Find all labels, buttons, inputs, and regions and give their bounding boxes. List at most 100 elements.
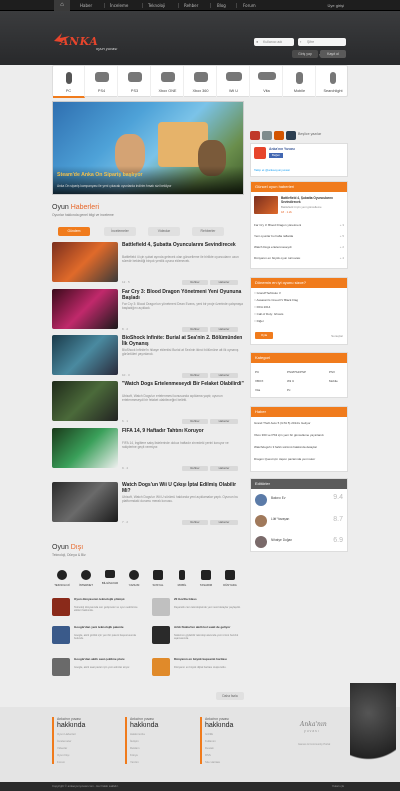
editor-name[interactable]: Nihatye Doğan bbox=[271, 538, 292, 542]
category-item[interactable]: PS3/PS4/PSP bbox=[287, 370, 327, 374]
category-item[interactable]: Pc bbox=[287, 388, 327, 392]
tip-category-dunyada[interactable]: DÜNYADA bbox=[220, 570, 240, 587]
news-tag[interactable]: Rehber bbox=[182, 419, 208, 424]
tip-category-teknoloji[interactable]: TEKNOLOJİ bbox=[52, 570, 72, 587]
tip-thumbnail[interactable] bbox=[152, 658, 170, 676]
tip-category-tasarim[interactable]: TASARIM bbox=[196, 570, 216, 587]
poll-option[interactable]: ○ Assassin's Creed IV Black Flag bbox=[254, 298, 344, 302]
tip-category-bilgisayar[interactable]: BİLGİSAYAR bbox=[100, 570, 120, 585]
news-tag[interactable]: Haberler bbox=[210, 327, 238, 332]
platform-searchlight[interactable]: Searchlight bbox=[317, 66, 349, 98]
sidebar-news-item[interactable]: Dragon Quest için Japon pazarında yeni r… bbox=[254, 457, 344, 461]
news-title[interactable]: BioShock Infinite: Burial at Sea'nin 2. … bbox=[122, 335, 244, 347]
news-item[interactable]: Watch Dogs'un Wii U Çıkışı İptal Edilmiş… bbox=[52, 482, 244, 526]
site-logo[interactable]: ANKA bbox=[60, 35, 98, 48]
news-thumbnail[interactable] bbox=[52, 335, 118, 375]
news-tag[interactable]: Haberler bbox=[210, 373, 238, 378]
news-tag[interactable]: Haberler bbox=[210, 520, 238, 525]
footer-link[interactable]: Kullanım bbox=[205, 739, 260, 743]
nav-item-rehber[interactable]: Rehber bbox=[184, 0, 198, 11]
poll-option[interactable]: ○ GrandTheftAuto V bbox=[254, 291, 344, 295]
news-title[interactable]: Battlefield 4, Şubatta Oyuncularını Sevi… bbox=[122, 242, 244, 248]
popular-list-item[interactable]: Far Cry 3: Blood Dragon yönetmeni + 3 bbox=[254, 223, 344, 227]
news-tag[interactable]: Haberler bbox=[210, 280, 238, 285]
tab-videolar[interactable]: Videolar bbox=[148, 227, 180, 236]
back-to-top-link[interactable]: Yukarı çık bbox=[332, 782, 344, 791]
footer-link[interactable]: Gizlilik bbox=[205, 732, 260, 736]
news-tag[interactable]: Haberler bbox=[210, 419, 238, 424]
platform-ps3[interactable]: PS3 bbox=[119, 66, 151, 98]
category-item[interactable]: PSV bbox=[329, 370, 349, 374]
tab-incelemeler[interactable]: İncelemeler bbox=[104, 227, 136, 236]
footer-link[interactable]: Oyun Haberleri bbox=[57, 732, 112, 736]
platform-pc[interactable]: PC bbox=[53, 66, 85, 98]
footer-link[interactable]: Künye bbox=[130, 753, 185, 757]
sidebar-news-item[interactable]: Xbox 360 ve PS3 için yeni bir güncelleme… bbox=[254, 433, 344, 437]
tip-item[interactable]: Google'dan akıllı saat çekilme planı Goo… bbox=[52, 657, 144, 678]
news-tag[interactable]: Haberler bbox=[210, 466, 238, 471]
news-item[interactable]: Battlefield 4, Şubatta Oyuncularını Sevi… bbox=[52, 242, 244, 286]
tip-category-mobil[interactable]: MOBİL bbox=[172, 570, 192, 587]
news-thumbnail[interactable] bbox=[52, 381, 118, 421]
avatar[interactable] bbox=[255, 536, 267, 548]
slider-thumb[interactable] bbox=[262, 131, 272, 140]
category-item[interactable]: Wii U bbox=[287, 379, 327, 383]
featured-slider[interactable]: Steam'de Anka On Sipariş başlıyor Anka O… bbox=[52, 101, 244, 195]
sidebar-news-item[interactable]: Grand Theft Auto 5 (GTA 5) 2014'e Geliyo… bbox=[254, 421, 344, 425]
tip-category-sosyal[interactable]: SOSYAL bbox=[148, 570, 168, 587]
news-title[interactable]: Watch Dogs'un Wii U Çıkışı İptal Edilmiş… bbox=[122, 482, 244, 494]
news-tag[interactable]: Rehber bbox=[182, 520, 208, 525]
nav-item-inceleme[interactable]: İnceleme bbox=[110, 0, 128, 11]
footer-link[interactable]: Site Haritası bbox=[205, 760, 260, 764]
popular-list-item[interactable]: Dünyanın en büyük oyun turnuvası + 4 bbox=[254, 256, 344, 260]
tip-item[interactable]: Dünyanın en büyük kapsamlı haritası Düny… bbox=[152, 657, 244, 678]
footer-link[interactable]: Forum bbox=[57, 760, 112, 764]
news-thumbnail[interactable] bbox=[52, 242, 118, 282]
news-tag[interactable]: Rehber bbox=[182, 327, 208, 332]
slider-thumb[interactable] bbox=[274, 131, 284, 140]
login-link[interactable]: Üye girişi bbox=[328, 0, 344, 11]
tip-category-yazilim[interactable]: YAZILIM bbox=[124, 570, 144, 587]
slider-thumb[interactable] bbox=[250, 131, 260, 140]
footer-link[interactable]: Reklam bbox=[130, 746, 185, 750]
tip-thumbnail[interactable] bbox=[152, 598, 170, 616]
login-button[interactable]: Giriş yap bbox=[292, 50, 318, 58]
platform-vita[interactable]: Vita bbox=[251, 66, 283, 98]
tip-thumbnail[interactable] bbox=[52, 626, 70, 644]
tab-rehberler[interactable]: Rehberler bbox=[192, 227, 224, 236]
nav-item-forum[interactable]: Forum bbox=[243, 0, 256, 11]
avatar[interactable] bbox=[255, 494, 267, 506]
nav-item-teknoloji[interactable]: Teknoloji bbox=[148, 0, 165, 11]
editor-name[interactable]: Lütf Yavaşan bbox=[271, 517, 289, 521]
tip-title[interactable]: Oyun dünyasının teknolojik çöküşü bbox=[74, 597, 144, 602]
news-title[interactable]: "Watch Dogs Ertelenmeseydi Bir Felaket O… bbox=[122, 381, 244, 387]
footer-link[interactable]: İletişim bbox=[130, 739, 185, 743]
news-title[interactable]: Far Cry 3: Blood Dragon Yönetmeni Yeni O… bbox=[122, 289, 244, 301]
footer-link[interactable]: İncelemeler bbox=[57, 739, 112, 743]
slider-title[interactable]: Steam'de Anka On Sipariş başlıyor bbox=[57, 172, 143, 178]
poll-vote-button[interactable]: Oyla bbox=[255, 332, 273, 339]
footer-link[interactable]: Yardım bbox=[130, 760, 185, 764]
news-title[interactable]: FIFA 14, 9 Haftadır Tahtını Koruyor bbox=[122, 428, 244, 434]
footer-link[interactable]: Destek bbox=[205, 746, 260, 750]
news-tag[interactable]: Rehber bbox=[182, 373, 208, 378]
nav-item-haber[interactable]: Haber bbox=[80, 0, 92, 11]
avatar[interactable] bbox=[255, 515, 267, 527]
news-thumbnail[interactable] bbox=[52, 289, 118, 329]
tip-item[interactable]: Google'dan yeni teknolojik patente Googl… bbox=[52, 625, 144, 646]
popular-feature-title[interactable]: Battlefield 4, Şubatta Oyuncularını Sevi… bbox=[281, 196, 345, 204]
home-icon[interactable]: ⌂ bbox=[54, 0, 70, 11]
tip-title[interactable]: Artık Nokia'nın akıllı kol saati de geli… bbox=[174, 625, 244, 630]
news-item[interactable]: FIFA 14, 9 Haftadır Tahtını Koruyor FIFA… bbox=[52, 428, 244, 472]
footer-link[interactable]: Hakkımızda bbox=[130, 732, 185, 736]
register-button[interactable]: Kayıt ol bbox=[320, 50, 346, 58]
tip-thumbnail[interactable] bbox=[152, 626, 170, 644]
platform-wii-u[interactable]: Wii U bbox=[218, 66, 250, 98]
username-input[interactable]: ● Kullanıcı adı bbox=[254, 38, 294, 46]
tip-thumbnail[interactable] bbox=[52, 598, 70, 616]
platform-mobile[interactable]: Mobile bbox=[284, 66, 316, 98]
poll-option[interactable]: ○ Diğer bbox=[254, 319, 344, 323]
poll-results-link[interactable]: Sonuçlar bbox=[331, 334, 343, 338]
password-input[interactable]: ▪ Şifre bbox=[298, 38, 346, 46]
tip-item[interactable]: Oyun dünyasının teknolojik çöküşü Teknol… bbox=[52, 597, 144, 618]
